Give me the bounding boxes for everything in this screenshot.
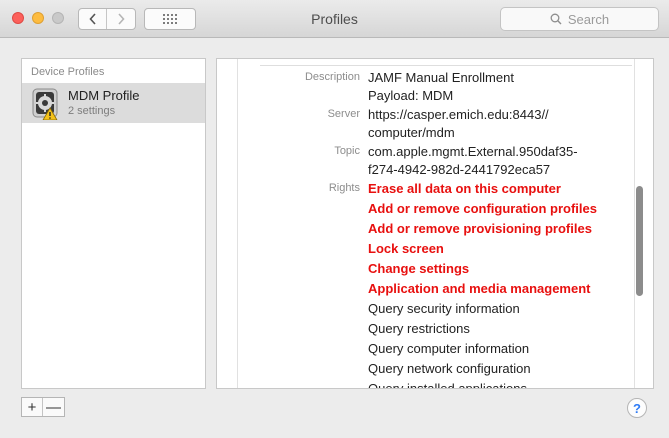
rights-item: Add or remove configuration profiles (368, 201, 597, 216)
search-field[interactable]: Search (500, 7, 659, 31)
rights-item: Change settings (368, 261, 470, 276)
rights-item: Add or remove provisioning profiles (368, 221, 592, 236)
profile-name: MDM Profile (68, 88, 140, 103)
search-placeholder: Search (567, 11, 610, 27)
rights-item: Query installed applications (368, 381, 527, 389)
detail-content: Description JAMF Manual Enrollment Paylo… (237, 59, 635, 389)
rights-item: Lock screen (368, 241, 444, 256)
remove-profile-button[interactable]: — (43, 398, 64, 416)
description-value-line-1: JAMF Manual Enrollment (368, 70, 514, 85)
profiles-sidebar: Device Profiles MDM Profile 2 settings (21, 58, 206, 389)
rights-item: Erase all data on this computer (368, 181, 561, 196)
help-button[interactable]: ? (627, 398, 647, 418)
rights-item: Application and media management (368, 281, 591, 296)
description-value-line-2: Payload: MDM (368, 88, 454, 103)
sidebar-header: Device Profiles (31, 66, 105, 78)
profiles-window: Profiles Search Device Profiles MDM Prof… (0, 0, 669, 438)
server-value-line-1: https://casper.emich.edu:8443// (368, 107, 549, 122)
topic-label: Topic (334, 145, 360, 157)
search-icon (550, 13, 562, 25)
rights-item: Query restrictions (368, 321, 470, 336)
profile-detail-pane[interactable]: Description JAMF Manual Enrollment Paylo… (216, 58, 654, 389)
add-profile-button[interactable]: + (22, 398, 43, 416)
rights-item: Query security information (368, 301, 520, 316)
description-label: Description (304, 71, 360, 83)
rights-item: Query network configuration (368, 361, 531, 376)
title-bar: Profiles Search (0, 0, 669, 38)
topic-value-line-2: f274-4942-982d-2441792eca57 (368, 162, 551, 177)
profile-gear-warning-icon (32, 88, 58, 120)
server-label: Server (327, 108, 360, 120)
rights-label: Rights (328, 182, 360, 194)
add-remove-control: + — (21, 397, 65, 417)
divider (260, 65, 632, 66)
server-value-line-2: computer/mdm (368, 125, 455, 140)
sidebar-item-mdm-profile[interactable]: MDM Profile 2 settings (22, 83, 205, 123)
profile-settings-count: 2 settings (68, 105, 116, 117)
rights-item: Query computer information (368, 341, 530, 356)
detail-scrollbar-thumb[interactable] (636, 186, 643, 296)
topic-value-line-1: com.apple.mgmt.External.950daf35- (368, 144, 578, 159)
